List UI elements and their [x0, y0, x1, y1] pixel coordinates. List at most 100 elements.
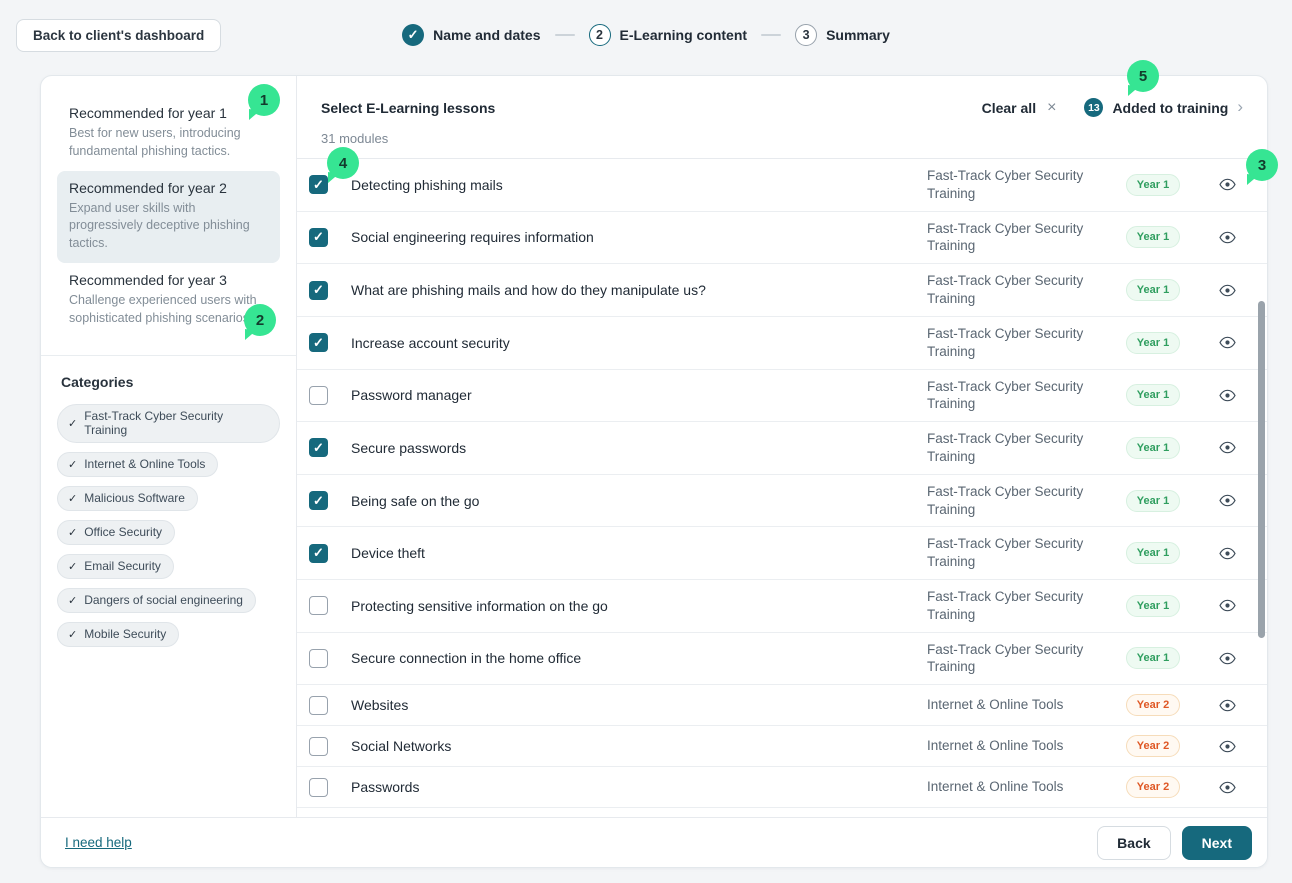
- preview-eye-icon[interactable]: [1219, 740, 1236, 753]
- preview-eye-icon[interactable]: [1219, 599, 1236, 612]
- year-badge: Year 2: [1126, 776, 1180, 798]
- preview-eye-icon[interactable]: [1219, 652, 1236, 665]
- category-pill-label: Dangers of social engineering: [84, 593, 243, 607]
- lesson-category: Internet & Online Tools: [927, 737, 1105, 755]
- lesson-category: Internet & Online Tools: [927, 778, 1105, 796]
- help-link[interactable]: I need help: [65, 835, 132, 850]
- recommendation-title: Recommended for year 1: [69, 105, 268, 121]
- lesson-title: Device theft: [351, 545, 927, 561]
- year-badge: Year 1: [1126, 490, 1180, 512]
- lesson-row: ✓ Being safe on the go Fast-Track Cyber …: [297, 475, 1267, 528]
- lesson-row: Passwords Internet & Online Tools Year 2: [297, 767, 1267, 808]
- wizard-card: Recommended for year 1 Best for new user…: [40, 75, 1268, 868]
- category-pill-label: Mobile Security: [84, 627, 166, 641]
- year-badge: Year 1: [1126, 384, 1180, 406]
- lesson-category: Fast-Track Cyber Security Training: [927, 430, 1105, 466]
- category-pill-label: Email Security: [84, 559, 161, 573]
- check-icon: ✓: [68, 628, 77, 641]
- preview-eye-icon[interactable]: [1219, 178, 1236, 191]
- recommendation-option[interactable]: Recommended for year 2 Expand user skill…: [57, 171, 280, 263]
- category-filter-pill[interactable]: ✓ Dangers of social engineering: [57, 588, 256, 613]
- recommendation-option[interactable]: Recommended for year 1 Best for new user…: [57, 96, 280, 171]
- lesson-category: Fast-Track Cyber Security Training: [927, 588, 1105, 624]
- annotation-marker-4: 4: [327, 147, 359, 179]
- step-summary[interactable]: 3 Summary: [795, 24, 890, 46]
- sidebar-divider: [41, 355, 296, 356]
- step-number: 3: [795, 24, 817, 46]
- year-badge: Year 2: [1126, 735, 1180, 757]
- close-icon: ×: [1047, 100, 1056, 116]
- lesson-checkbox[interactable]: ✓: [309, 438, 328, 457]
- lesson-checkbox[interactable]: ✓: [309, 281, 328, 300]
- lesson-title: Passwords: [351, 779, 927, 795]
- preview-eye-icon[interactable]: [1219, 231, 1236, 244]
- lesson-row: ✓ Increase account security Fast-Track C…: [297, 317, 1267, 370]
- lesson-checkbox[interactable]: [309, 596, 328, 615]
- recommendation-title: Recommended for year 3: [69, 272, 268, 288]
- lesson-checkbox[interactable]: [309, 386, 328, 405]
- category-filter-pill[interactable]: ✓ Malicious Software: [57, 486, 198, 511]
- preview-eye-icon[interactable]: [1219, 547, 1236, 560]
- lesson-title: Detecting phishing mails: [351, 177, 927, 193]
- lesson-category: Fast-Track Cyber Security Training: [927, 378, 1105, 414]
- lesson-checkbox[interactable]: [309, 737, 328, 756]
- step-elearning-content[interactable]: 2 E-Learning content: [589, 24, 748, 46]
- panel-title: Select E-Learning lessons: [321, 100, 495, 116]
- lesson-title: Websites: [351, 697, 927, 713]
- lesson-row: ✓ Social engineering requires informatio…: [297, 212, 1267, 265]
- lesson-row: Websites Internet & Online Tools Year 2: [297, 685, 1267, 726]
- category-filter-pill[interactable]: ✓ Fast-Track Cyber Security Training: [57, 404, 280, 443]
- category-filter-pill[interactable]: ✓ Mobile Security: [57, 622, 179, 647]
- lesson-row: ✓ Secure passwords Fast-Track Cyber Secu…: [297, 422, 1267, 475]
- lesson-checkbox[interactable]: ✓: [309, 544, 328, 563]
- lesson-category: Fast-Track Cyber Security Training: [927, 272, 1105, 308]
- lesson-category: Fast-Track Cyber Security Training: [927, 167, 1105, 203]
- year-badge: Year 1: [1126, 542, 1180, 564]
- lesson-row: ✓ Device theft Fast-Track Cyber Security…: [297, 527, 1267, 580]
- next-button[interactable]: Next: [1182, 826, 1252, 860]
- scrollbar-thumb[interactable]: [1258, 301, 1265, 638]
- lesson-title: Secure connection in the home office: [351, 650, 927, 666]
- lesson-title: Being safe on the go: [351, 493, 927, 509]
- step-label: E-Learning content: [620, 27, 748, 43]
- lesson-checkbox[interactable]: [309, 778, 328, 797]
- back-button[interactable]: Back: [1097, 826, 1170, 860]
- year-badge: Year 1: [1126, 332, 1180, 354]
- lesson-checkbox[interactable]: ✓: [309, 228, 328, 247]
- lesson-category: Fast-Track Cyber Security Training: [927, 535, 1105, 571]
- clear-all-button[interactable]: Clear all ×: [982, 100, 1057, 116]
- preview-eye-icon[interactable]: [1219, 389, 1236, 402]
- lesson-category: Fast-Track Cyber Security Training: [927, 641, 1105, 677]
- lesson-checkbox[interactable]: ✓: [309, 333, 328, 352]
- step-number: 2: [589, 24, 611, 46]
- lesson-title: What are phishing mails and how do they …: [351, 282, 927, 298]
- step-label: Summary: [826, 27, 890, 43]
- preview-eye-icon[interactable]: [1219, 284, 1236, 297]
- step-label: Name and dates: [433, 27, 540, 43]
- check-icon: ✓: [68, 417, 77, 430]
- modules-count: 31 modules: [321, 131, 1243, 158]
- category-filter-pill[interactable]: ✓ Email Security: [57, 554, 174, 579]
- preview-eye-icon[interactable]: [1219, 781, 1236, 794]
- preview-eye-icon[interactable]: [1219, 494, 1236, 507]
- sidebar: Recommended for year 1 Best for new user…: [41, 76, 297, 817]
- lesson-checkbox[interactable]: ✓: [309, 175, 328, 194]
- preview-eye-icon[interactable]: [1219, 336, 1236, 349]
- preview-eye-icon[interactable]: [1219, 441, 1236, 454]
- wizard-footer: I need help Back Next: [41, 817, 1267, 867]
- annotation-marker-5: 5: [1127, 60, 1159, 92]
- preview-eye-icon[interactable]: [1219, 699, 1236, 712]
- top-bar: Back to client's dashboard ✓ Name and da…: [0, 0, 1292, 70]
- year-badge: Year 1: [1126, 226, 1180, 248]
- category-filter-pill[interactable]: ✓ Internet & Online Tools: [57, 452, 218, 477]
- year-badge: Year 1: [1126, 174, 1180, 196]
- lesson-checkbox[interactable]: ✓: [309, 491, 328, 510]
- added-to-training-button[interactable]: 13 Added to training ›: [1084, 98, 1243, 117]
- step-name-and-dates[interactable]: ✓ Name and dates: [402, 24, 540, 46]
- category-filter-pill[interactable]: ✓ Office Security: [57, 520, 175, 545]
- lessons-table: ✓ Detecting phishing mails Fast-Track Cy…: [297, 158, 1267, 817]
- category-pill-label: Office Security: [84, 525, 162, 539]
- category-pill-label: Fast-Track Cyber Security Training: [84, 409, 267, 437]
- lesson-checkbox[interactable]: [309, 649, 328, 668]
- lesson-checkbox[interactable]: [309, 696, 328, 715]
